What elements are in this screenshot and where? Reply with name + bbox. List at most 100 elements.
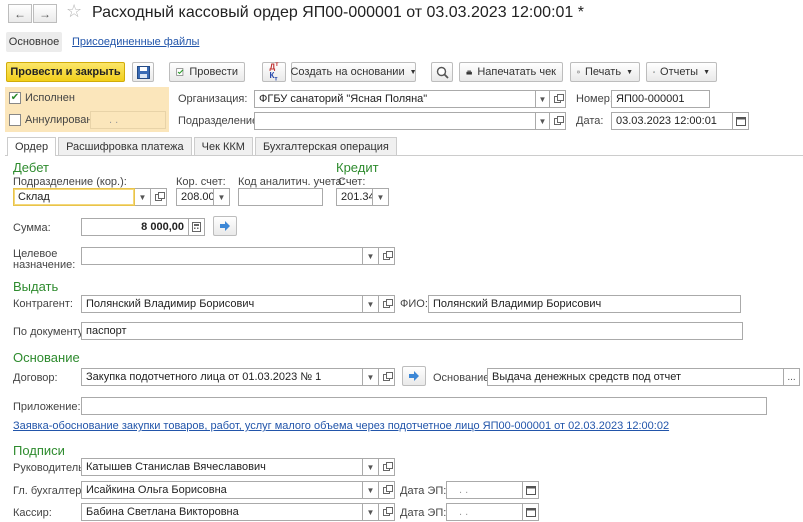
by-document-field[interactable]: паспорт bbox=[81, 322, 743, 340]
credit-title: Кредит bbox=[336, 160, 379, 175]
purpose-dropdown[interactable]: ▼ bbox=[363, 247, 379, 265]
chief-accountant-open-button[interactable] bbox=[379, 481, 395, 499]
post-button[interactable]: Провести bbox=[169, 62, 245, 82]
date-calendar-button[interactable] bbox=[733, 112, 749, 130]
debit-subdivision-open-button[interactable] bbox=[151, 188, 167, 206]
chevron-down-icon: ▼ bbox=[366, 251, 375, 261]
chief-accountant-dropdown[interactable]: ▼ bbox=[363, 481, 379, 499]
tab-kkm-receipt[interactable]: Чек ККМ bbox=[193, 137, 253, 155]
debit-subdivision-field[interactable]: Склад bbox=[13, 188, 135, 206]
contractor-field[interactable]: Полянский Владимир Борисович bbox=[81, 295, 363, 313]
contractor-open-button[interactable] bbox=[379, 295, 395, 313]
basis-title: Основание bbox=[13, 350, 80, 365]
open-icon bbox=[383, 298, 393, 308]
reports-button[interactable]: Отчеты ▼ bbox=[646, 62, 717, 82]
calculator-button[interactable] bbox=[189, 218, 205, 236]
date-field[interactable]: 03.03.2023 12:00:01 bbox=[611, 112, 733, 130]
corr-account-field[interactable]: 208.00 bbox=[176, 188, 214, 206]
tab-payment-details[interactable]: Расшифровка платежа bbox=[58, 137, 192, 155]
contractor-dropdown[interactable]: ▼ bbox=[363, 295, 379, 313]
search-button[interactable] bbox=[431, 62, 453, 82]
debit-subdivision-dropdown[interactable]: ▼ bbox=[135, 188, 151, 206]
tab-order[interactable]: Ордер bbox=[7, 137, 57, 156]
dt-kt-button[interactable]: Дт Кт bbox=[262, 60, 286, 83]
chevron-down-icon: ▼ bbox=[366, 485, 375, 495]
purchase-request-link[interactable]: Заявка-обоснование закупки товаров, рабо… bbox=[13, 420, 669, 432]
purpose-field[interactable] bbox=[81, 247, 363, 265]
cashier-ep-calendar-button[interactable] bbox=[523, 503, 539, 521]
signatures-title: Подписи bbox=[13, 443, 65, 458]
print-receipt-label: Напечатать чек bbox=[477, 66, 556, 78]
executed-checkbox[interactable]: ✔ bbox=[9, 92, 21, 104]
basis-select-button[interactable]: ... bbox=[784, 368, 800, 386]
sum-action-button[interactable] bbox=[213, 216, 237, 236]
save-button[interactable] bbox=[132, 62, 154, 82]
credit-account-dropdown[interactable]: ▼ bbox=[373, 188, 389, 206]
organization-field[interactable]: ФГБУ санаторий "Ясная Поляна" bbox=[254, 90, 536, 108]
subdivision-dropdown[interactable]: ▼ bbox=[536, 112, 550, 130]
post-doc-icon bbox=[176, 68, 184, 76]
chevron-down-icon: ▼ bbox=[138, 192, 147, 202]
cashier-open-button[interactable] bbox=[379, 503, 395, 521]
contract-open-button[interactable] bbox=[379, 368, 395, 386]
fio-label: ФИО: bbox=[400, 298, 428, 310]
tab-accounting-operation[interactable]: Бухгалтерская операция bbox=[254, 137, 397, 155]
executed-label: Исполнен bbox=[25, 92, 75, 104]
arrow-left-icon: ← bbox=[14, 6, 26, 21]
cancel-date-field[interactable]: . . bbox=[90, 111, 166, 129]
number-field[interactable]: ЯП00-000001 bbox=[611, 90, 710, 108]
chevron-down-icon: ▼ bbox=[626, 68, 633, 76]
star-icon[interactable]: ☆ bbox=[66, 1, 82, 22]
chief-ep-date-field[interactable]: . . bbox=[446, 481, 523, 499]
cancelled-label: Аннулирован bbox=[25, 114, 93, 126]
corr-account-dropdown[interactable]: ▼ bbox=[214, 188, 230, 206]
open-icon bbox=[554, 115, 564, 125]
forward-button[interactable]: → bbox=[33, 4, 57, 23]
subdivision-field[interactable] bbox=[254, 112, 536, 130]
chevron-down-icon: ▼ bbox=[366, 507, 375, 517]
create-based-on-button[interactable]: Создать на основании ▼ bbox=[290, 62, 417, 82]
cashier-field[interactable]: Бабина Светлана Викторовна bbox=[81, 503, 363, 521]
post-and-close-button[interactable]: Провести и закрыть bbox=[6, 62, 125, 82]
sum-label: Сумма: bbox=[13, 222, 51, 234]
contract-field[interactable]: Закупка подотчетного лица от 01.03.2023 … bbox=[81, 368, 363, 386]
back-button[interactable]: ← bbox=[8, 4, 32, 23]
analytic-code-field[interactable] bbox=[238, 188, 323, 206]
purpose-open-button[interactable] bbox=[379, 247, 395, 265]
contract-dropdown[interactable]: ▼ bbox=[363, 368, 379, 386]
print-button[interactable]: Печать ▼ bbox=[570, 62, 640, 82]
cashier-dropdown[interactable]: ▼ bbox=[363, 503, 379, 521]
organization-dropdown[interactable]: ▼ bbox=[536, 90, 550, 108]
credit-account-field[interactable]: 201.34 bbox=[336, 188, 373, 206]
chevron-down-icon: ▼ bbox=[217, 192, 226, 202]
open-icon bbox=[155, 191, 165, 201]
head-open-button[interactable] bbox=[379, 458, 395, 476]
open-icon bbox=[554, 93, 564, 103]
floppy-icon bbox=[136, 65, 150, 79]
arrow-right-icon bbox=[409, 371, 419, 381]
page-title: Расходный кассовый ордер ЯП00-000001 от … bbox=[92, 4, 584, 21]
attachment-field[interactable] bbox=[81, 397, 767, 415]
credit-account-label: Счет: bbox=[338, 176, 366, 188]
nav-main[interactable]: Основное bbox=[6, 32, 62, 52]
sum-field[interactable]: 8 000,00 bbox=[81, 218, 189, 236]
cancelled-checkbox[interactable] bbox=[9, 114, 21, 126]
head-field[interactable]: Катышев Станислав Вячеславович bbox=[81, 458, 363, 476]
basis-field[interactable]: Выдача денежных средств под отчет bbox=[487, 368, 784, 386]
contract-action-button[interactable] bbox=[402, 366, 426, 386]
open-icon bbox=[383, 461, 393, 471]
date-label: Дата: bbox=[576, 115, 604, 127]
chief-accountant-field[interactable]: Исайкина Ольга Борисовна bbox=[81, 481, 363, 499]
cashier-ep-date-field[interactable]: . . bbox=[446, 503, 523, 521]
organization-open-button[interactable] bbox=[550, 90, 566, 108]
print-receipt-button[interactable]: Напечатать чек bbox=[459, 62, 563, 82]
dt-kt-icon: Дт Кт bbox=[269, 60, 279, 83]
subdivision-open-button[interactable] bbox=[550, 112, 566, 130]
fio-field[interactable]: Полянский Владимир Борисович bbox=[428, 295, 741, 313]
chief-ep-calendar-button[interactable] bbox=[523, 481, 539, 499]
calendar-icon bbox=[525, 486, 536, 495]
head-dropdown[interactable]: ▼ bbox=[363, 458, 379, 476]
nav-attached-files[interactable]: Присоединенные файлы bbox=[72, 36, 199, 48]
attachment-label: Приложение: bbox=[13, 401, 81, 413]
open-icon bbox=[383, 250, 393, 260]
